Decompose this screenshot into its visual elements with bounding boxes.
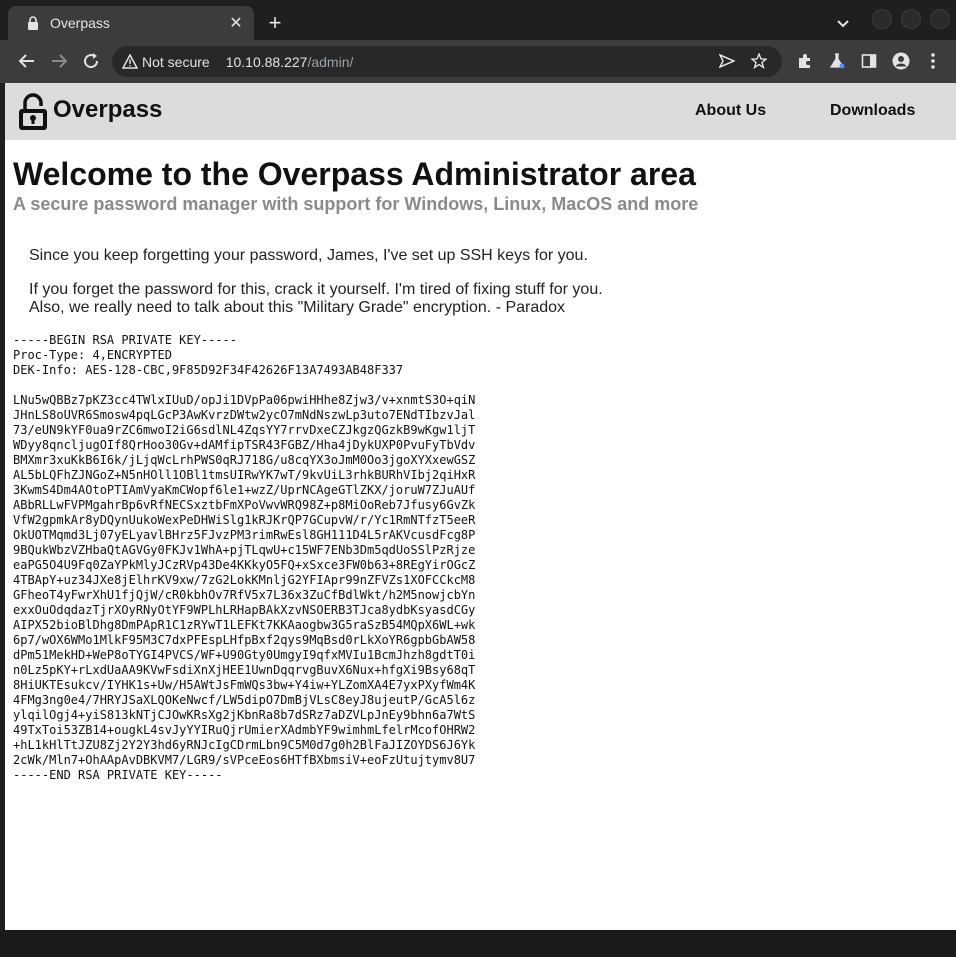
window-bottom-bar bbox=[0, 930, 956, 957]
browser-tab[interactable]: Overpass ✕ bbox=[8, 6, 254, 40]
lab-flask-icon[interactable] bbox=[824, 48, 850, 74]
minimize-button[interactable] bbox=[872, 9, 892, 29]
page-viewport: Overpass About Us Downloads Welcome to t… bbox=[5, 83, 956, 930]
page-subtitle: A secure password manager with support f… bbox=[13, 194, 699, 214]
profile-avatar-icon[interactable] bbox=[888, 48, 914, 74]
reload-button[interactable] bbox=[78, 48, 104, 74]
tab-strip: Overpass ✕ + bbox=[0, 0, 956, 40]
nav-downloads[interactable]: Downloads bbox=[830, 102, 915, 120]
rsa-private-key: -----BEGIN RSA PRIVATE KEY----- Proc-Typ… bbox=[13, 333, 476, 782]
arrow-left-icon bbox=[18, 54, 34, 68]
close-window-button[interactable] bbox=[930, 9, 950, 29]
lock-icon bbox=[26, 16, 40, 30]
back-button[interactable] bbox=[14, 48, 40, 74]
menu-kebab-icon[interactable] bbox=[920, 48, 946, 74]
page-title: Welcome to the Overpass Administrator ar… bbox=[13, 156, 696, 192]
forward-button[interactable] bbox=[46, 48, 72, 74]
url-host: 10.10.88.227 bbox=[225, 53, 308, 70]
site-brand[interactable]: Overpass bbox=[53, 96, 162, 124]
chevron-down-icon bbox=[837, 20, 849, 28]
browser-toolbar: Not secure 10.10.88.227/admin/ bbox=[0, 40, 956, 83]
tab-search-button[interactable] bbox=[832, 12, 854, 34]
admin-message-line-1: Since you keep forgetting your password,… bbox=[29, 247, 588, 264]
side-panel-icon[interactable] bbox=[856, 48, 882, 74]
address-bar[interactable]: Not secure 10.10.88.227/admin/ bbox=[112, 46, 782, 77]
nav-about-us[interactable]: About Us bbox=[695, 102, 766, 120]
site-header: Overpass About Us Downloads bbox=[5, 83, 956, 140]
maximize-button[interactable] bbox=[901, 9, 921, 29]
url-path: /admin/ bbox=[307, 53, 354, 70]
admin-message-line-3: Also, we really need to talk about this … bbox=[29, 299, 566, 316]
reload-icon bbox=[84, 53, 99, 69]
admin-message-line-2: If you forget the password for this, cra… bbox=[29, 281, 603, 298]
padlock-logo-icon[interactable] bbox=[17, 93, 49, 131]
arrow-right-icon bbox=[52, 54, 68, 68]
close-tab-icon[interactable]: ✕ bbox=[224, 13, 248, 33]
new-tab-button[interactable]: + bbox=[262, 10, 288, 36]
send-icon[interactable] bbox=[716, 50, 738, 72]
warning-icon[interactable] bbox=[122, 53, 138, 70]
bookmark-star-icon[interactable] bbox=[748, 50, 770, 72]
extensions-puzzle-icon[interactable] bbox=[792, 48, 818, 74]
tab-title: Overpass bbox=[50, 15, 110, 31]
security-label[interactable]: Not secure bbox=[142, 54, 210, 70]
